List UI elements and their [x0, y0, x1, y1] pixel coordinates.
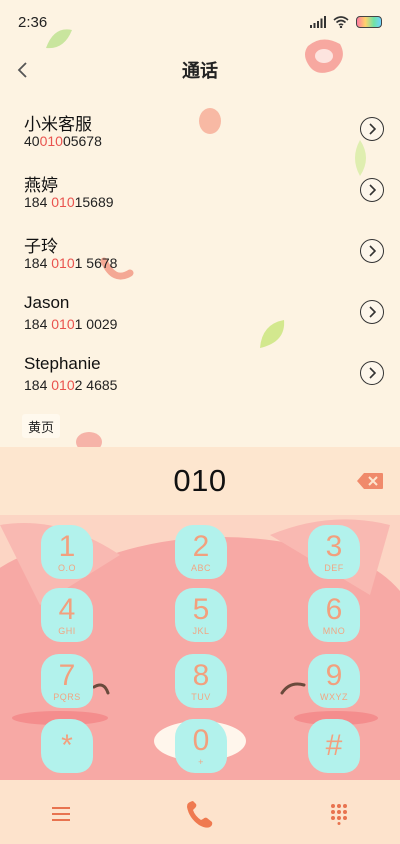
key-9[interactable]: 9 WXYZ	[308, 654, 360, 708]
key-digit: 4	[58, 592, 76, 626]
delete-button[interactable]	[356, 472, 384, 490]
key-digit: *	[61, 728, 73, 762]
dialpad-icon	[331, 804, 347, 825]
key-letters: WXYZ	[320, 691, 348, 702]
bottom-bar	[0, 780, 400, 844]
dial-input-bar: 010	[0, 447, 400, 515]
key-letters: MNO	[322, 625, 346, 636]
number-match: 010	[51, 194, 75, 210]
key-star[interactable]: *	[41, 719, 93, 773]
key-letters: O.O	[57, 562, 76, 573]
call-button[interactable]	[182, 796, 218, 832]
contact-number: 4001005678	[24, 133, 102, 149]
number-match: 010	[51, 255, 75, 271]
contact-name: 子玲	[24, 237, 58, 256]
contact-number: 184 01015689	[24, 194, 114, 210]
list-item[interactable]: 子玲 184 0101 5678	[0, 220, 400, 281]
menu-button[interactable]	[43, 796, 79, 832]
list-item[interactable]: Stephanie 184 0102 4685	[0, 342, 400, 403]
key-4[interactable]: 4 GHI	[41, 588, 93, 642]
list-item[interactable]: 小米客服 4001005678	[0, 98, 400, 159]
number-suffix: 1 0029	[74, 316, 118, 332]
number-prefix: 40	[24, 133, 40, 149]
contact-detail-button[interactable]	[360, 117, 384, 141]
key-digit: 6	[325, 592, 343, 626]
number-prefix: 184	[24, 316, 52, 332]
menu-icon	[52, 807, 70, 821]
meat-sticker-icon	[76, 432, 102, 448]
list-item[interactable]: 燕婷 184 01015689	[0, 159, 400, 220]
dial-input[interactable]: 010	[173, 463, 226, 499]
key-digit: 9	[325, 658, 343, 692]
number-match: 010	[39, 133, 63, 149]
key-3[interactable]: 3 DEF	[308, 525, 360, 579]
backspace-icon	[357, 473, 383, 489]
key-letters: ABC	[190, 562, 211, 573]
chevron-right-icon	[369, 123, 376, 135]
number-prefix: 184	[24, 194, 52, 210]
key-7[interactable]: 7 PQRS	[41, 654, 93, 708]
key-digit: 8	[192, 658, 210, 692]
key-digit: 3	[325, 529, 343, 563]
contact-detail-button[interactable]	[360, 300, 384, 324]
chevron-right-icon	[369, 184, 376, 196]
number-suffix: 2 4685	[74, 377, 118, 393]
status-time: 2:36	[18, 13, 48, 31]
number-match: 010	[51, 316, 75, 332]
list-item[interactable]: Jason 184 0101 0029	[0, 281, 400, 342]
chevron-right-icon	[369, 306, 376, 318]
contact-detail-button[interactable]	[360, 178, 384, 202]
key-digit: 0	[192, 723, 210, 757]
key-letters: DEF	[324, 562, 344, 573]
key-0[interactable]: 0 +	[175, 719, 227, 773]
contact-name: Stephanie	[24, 354, 101, 373]
phone-icon	[187, 801, 213, 828]
key-letters: GHI	[58, 625, 76, 636]
contact-name: Jason	[24, 293, 70, 312]
contact-name: 燕婷	[24, 176, 58, 195]
key-digit: #	[325, 728, 343, 762]
number-suffix: 15689	[74, 194, 114, 210]
contact-number: 184 0101 5678	[24, 255, 117, 271]
status-bar: 2:36	[0, 0, 400, 44]
dialpad-toggle-button[interactable]	[321, 796, 357, 832]
chevron-right-icon	[369, 245, 376, 257]
battery-icon	[356, 16, 382, 28]
search-results-list: 小米客服 4001005678 燕婷 184 01015689 子玲 184 0…	[0, 98, 400, 403]
signal-icon	[310, 16, 326, 28]
number-match: 010	[51, 377, 75, 393]
header: 通话	[0, 44, 400, 96]
number-suffix: 05678	[62, 133, 102, 149]
key-letters: PQRS	[53, 691, 81, 702]
key-hash[interactable]: #	[308, 719, 360, 773]
yellow-pages-link[interactable]: 黄页	[22, 414, 61, 438]
key-2[interactable]: 2 ABC	[175, 525, 227, 579]
key-letters: TUV	[191, 691, 211, 702]
page-title: 通话	[182, 61, 218, 81]
key-digit: 1	[58, 529, 76, 563]
contact-number: 184 0102 4685	[24, 377, 117, 393]
key-6[interactable]: 6 MNO	[308, 588, 360, 642]
chevron-left-icon	[17, 62, 27, 78]
key-5[interactable]: 5 JKL	[175, 588, 227, 642]
key-letters: JKL	[192, 625, 210, 636]
number-prefix: 184	[24, 255, 52, 271]
status-icons	[310, 16, 382, 28]
key-digit: 5	[192, 592, 210, 626]
contact-detail-button[interactable]	[360, 239, 384, 263]
back-button[interactable]	[6, 54, 38, 86]
key-digit: 2	[192, 529, 210, 563]
wifi-icon	[333, 16, 349, 28]
key-letters: +	[198, 756, 204, 767]
number-suffix: 1 5678	[74, 255, 118, 271]
chevron-right-icon	[369, 367, 376, 379]
contact-detail-button[interactable]	[360, 361, 384, 385]
number-prefix: 184	[24, 377, 52, 393]
contact-number: 184 0101 0029	[24, 316, 117, 332]
key-digit: 7	[58, 658, 76, 692]
key-8[interactable]: 8 TUV	[175, 654, 227, 708]
contact-name: 小米客服	[24, 115, 92, 134]
keypad: 1 O.O 2 ABC 3 DEF 4 GHI 5 JKL 6 MNO 7 PQ…	[0, 515, 400, 780]
key-1[interactable]: 1 O.O	[41, 525, 93, 579]
